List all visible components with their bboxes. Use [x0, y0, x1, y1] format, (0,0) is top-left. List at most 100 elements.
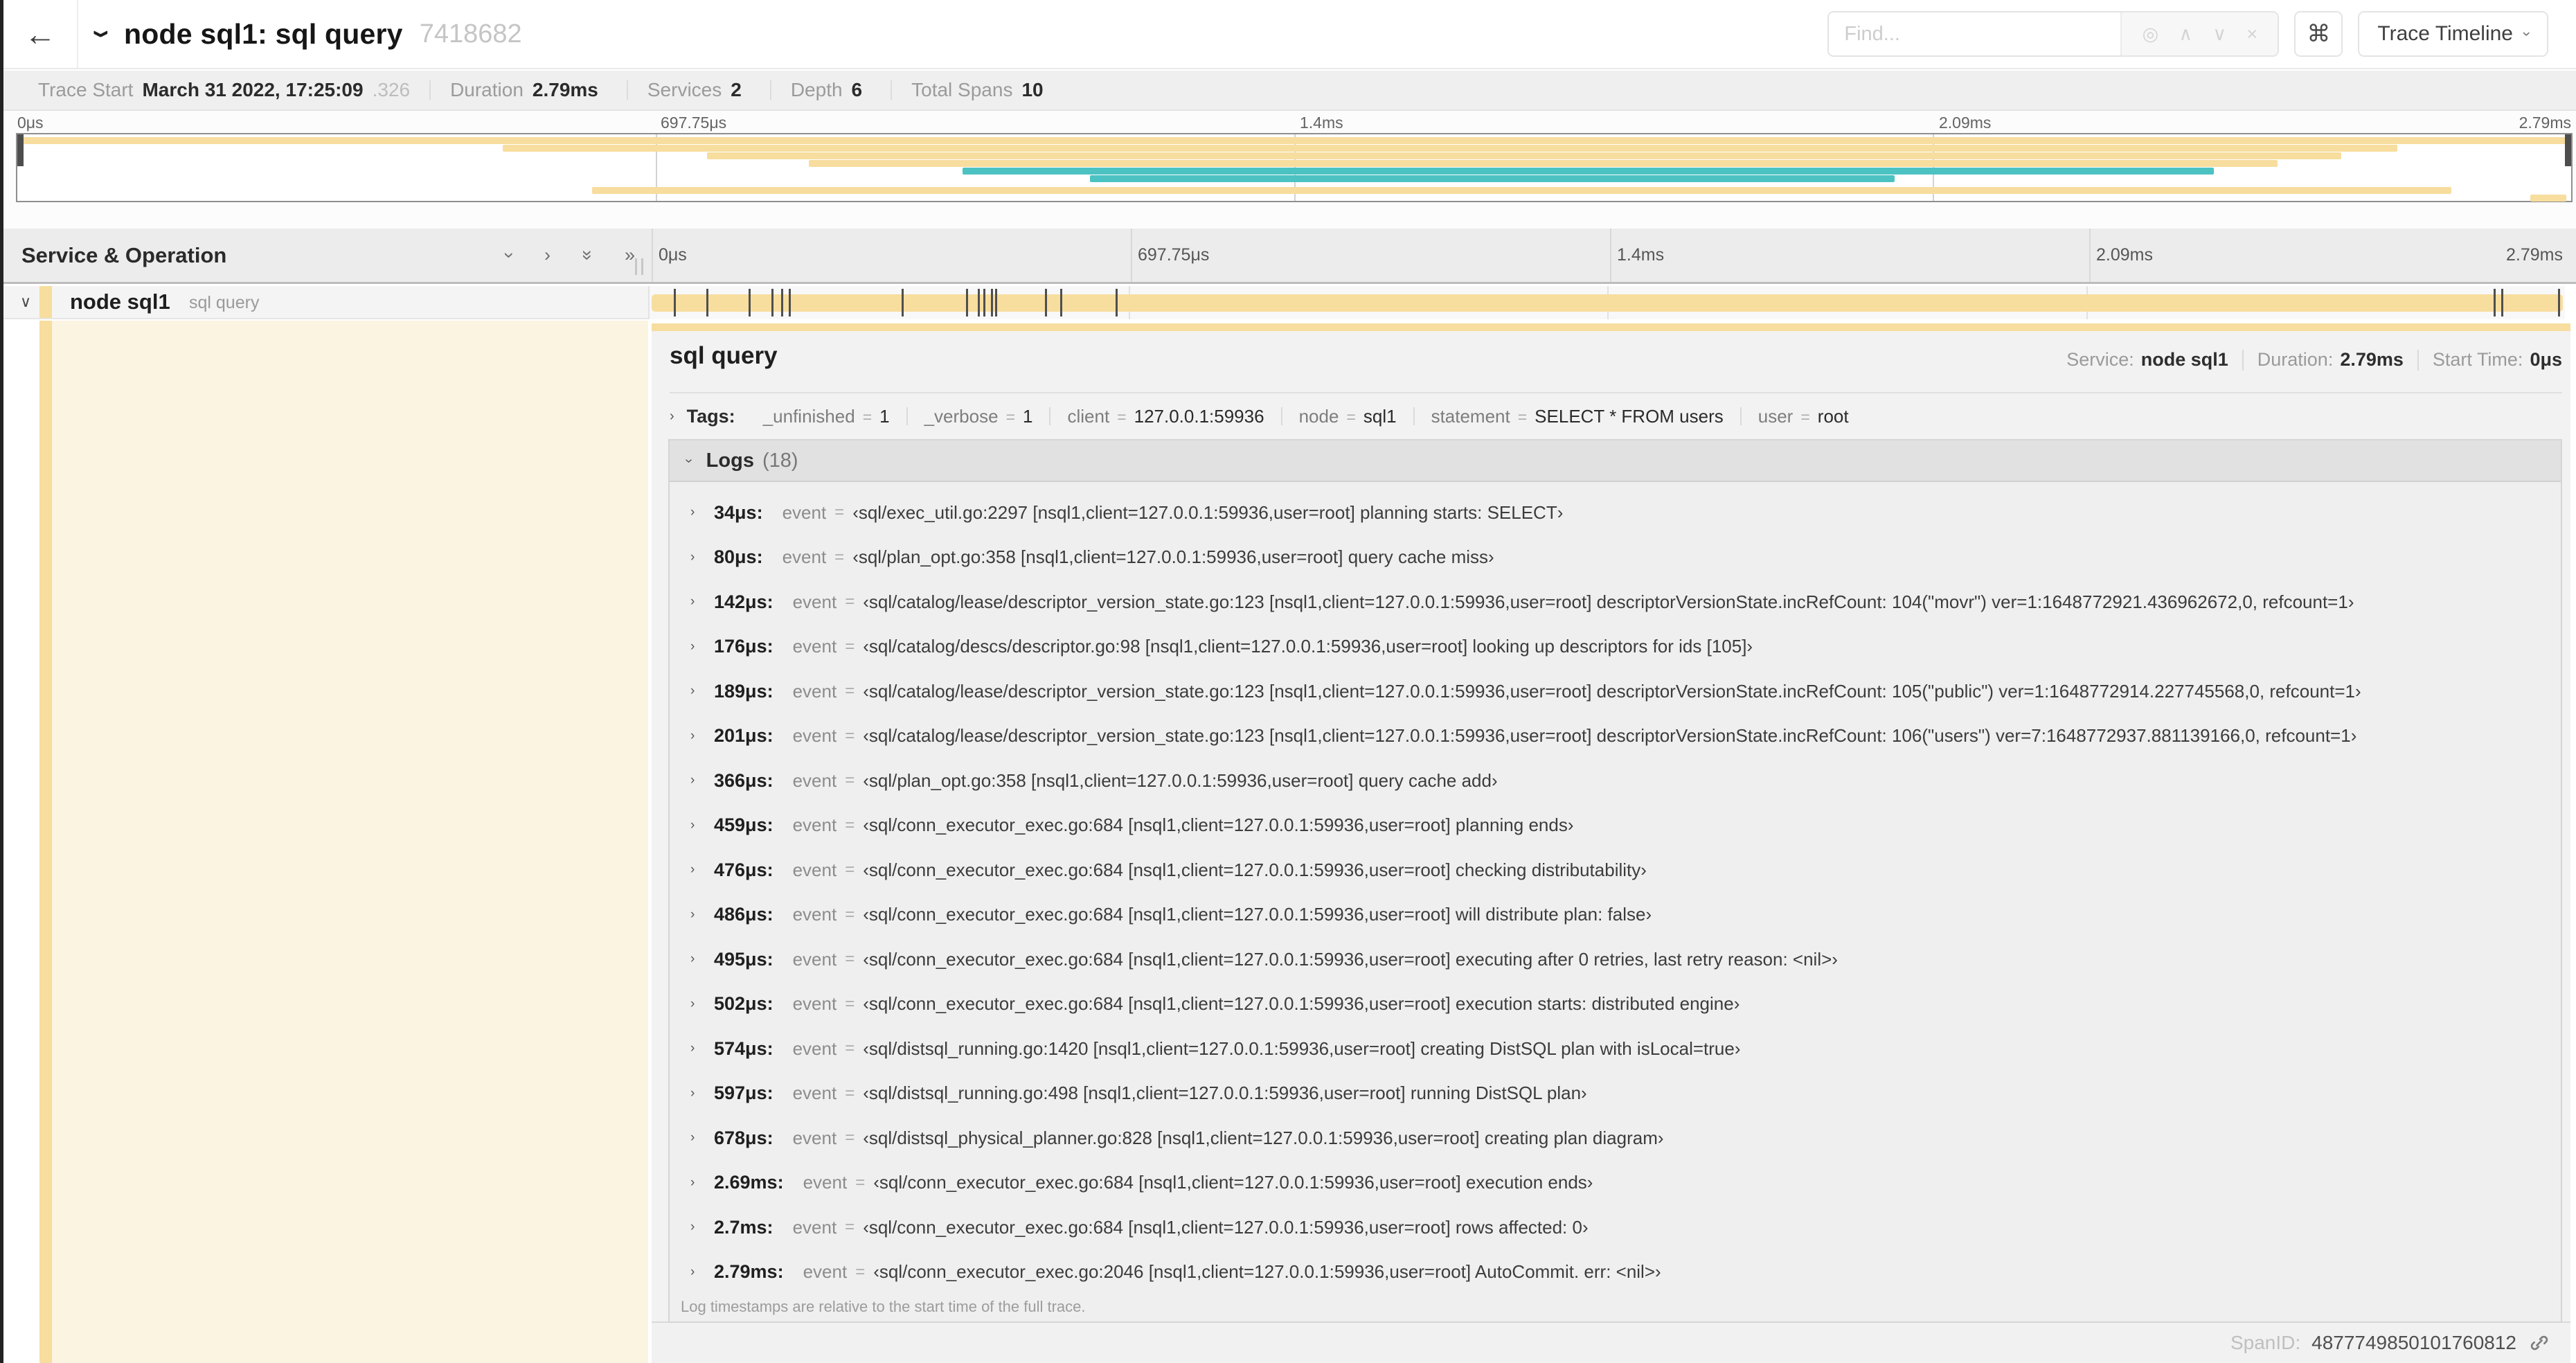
chevron-right-icon[interactable]: ›	[690, 550, 714, 565]
ruler-gridline	[1610, 229, 1611, 282]
detail-divider	[670, 392, 2562, 393]
log-row[interactable]: › 201μs: event = ‹sql/catalog/lease/desc…	[670, 714, 2561, 759]
locate-icon[interactable]: ◎	[2143, 24, 2159, 44]
keyboard-shortcuts-button[interactable]: ⌘	[2294, 11, 2343, 57]
ruler-tick-label: 0μs	[659, 245, 687, 265]
chevron-right-icon[interactable]: ›	[690, 773, 714, 788]
chevron-right-icon[interactable]: ›	[690, 594, 714, 609]
log-message: ‹sql/conn_executor_exec.go:684 [nsql1,cl…	[863, 814, 1574, 836]
log-row[interactable]: › 678μs: event = ‹sql/distsql_physical_p…	[670, 1116, 2561, 1161]
log-row[interactable]: › 142μs: event = ‹sql/catalog/lease/desc…	[670, 580, 2561, 625]
prev-result-icon[interactable]: ∧	[2179, 24, 2192, 44]
log-timestamp: 597μs:	[714, 1083, 773, 1104]
equals-sign: =	[1517, 408, 1528, 426]
detail-row-accent-bar	[652, 323, 2570, 331]
log-field-key: event	[803, 1172, 848, 1193]
chevron-right-icon[interactable]: ›	[670, 409, 674, 425]
tag-item: user = root	[1739, 407, 1866, 425]
minimap-canvas[interactable]	[16, 133, 2573, 202]
minimap-span-bar	[809, 160, 2278, 167]
collapse-one-icon[interactable]: ›	[499, 252, 520, 258]
chevron-down-icon[interactable]: ∨	[20, 286, 31, 318]
view-selector-button[interactable]: Trace Timeline ›	[2358, 11, 2548, 57]
log-row[interactable]: › 574μs: event = ‹sql/distsql_running.go…	[670, 1026, 2561, 1071]
chevron-right-icon[interactable]: ›	[690, 997, 714, 1012]
log-row[interactable]: › 597μs: event = ‹sql/distsql_running.go…	[670, 1071, 2561, 1116]
right-scrubber-handle[interactable]	[2565, 134, 2571, 166]
chevron-right-icon[interactable]: ›	[690, 1220, 714, 1235]
logs-header[interactable]: › Logs (18)	[670, 440, 2561, 482]
chevron-right-icon[interactable]: ›	[690, 505, 714, 520]
log-row[interactable]: › 189μs: event = ‹sql/catalog/lease/desc…	[670, 669, 2561, 714]
log-row[interactable]: › 2.79ms: event = ‹sql/conn_executor_exe…	[670, 1250, 2561, 1295]
meta-value: 2.79ms	[532, 79, 598, 100]
left-scrubber-handle[interactable]	[17, 134, 24, 166]
log-marker-tick	[1044, 289, 1047, 317]
span-detail-meta: Service: node sql1 Duration: 2.79ms Star…	[2066, 349, 2562, 371]
log-row[interactable]: › 34μs: event = ‹sql/exec_util.go:2297 […	[670, 490, 2561, 535]
log-row[interactable]: › 176μs: event = ‹sql/catalog/descs/desc…	[670, 625, 2561, 670]
span-row-name-cell[interactable]: ∨ node sql1 sql query	[3, 286, 648, 319]
minimap-tick-label: 0μs	[17, 114, 44, 132]
chevron-right-icon[interactable]: ›	[690, 862, 714, 878]
timeline-minimap: 0μs 697.75μs 1.4ms 2.09ms 2.79ms	[3, 111, 2576, 230]
spanid-value: 4877749850101760812	[2311, 1332, 2516, 1353]
minimap-span-bar	[1089, 175, 1895, 182]
chevron-right-icon[interactable]: ›	[690, 1130, 714, 1146]
chevron-right-icon[interactable]: ›	[690, 1175, 714, 1191]
tag-value: SELECT * FROM users	[1535, 406, 1724, 427]
equals-sign: =	[1346, 408, 1356, 426]
log-row[interactable]: › 366μs: event = ‹sql/plan_opt.go:358 [n…	[670, 758, 2561, 803]
equals-sign: =	[845, 771, 855, 790]
chevron-right-icon[interactable]: ›	[690, 818, 714, 833]
chevron-right-icon[interactable]: ›	[690, 952, 714, 967]
logs-label: Logs	[706, 449, 754, 472]
log-timestamp: 142μs:	[714, 591, 773, 612]
log-timestamp: 502μs:	[714, 993, 773, 1015]
expand-all-icon[interactable]: »	[625, 246, 635, 265]
chevron-right-icon[interactable]: ›	[690, 1041, 714, 1056]
chevron-right-icon[interactable]: ›	[690, 729, 714, 744]
chevron-right-icon[interactable]: ›	[690, 684, 714, 699]
log-field-key: event	[792, 859, 837, 880]
log-row[interactable]: › 476μs: event = ‹sql/conn_executor_exec…	[670, 848, 2561, 893]
span-color-stripe	[39, 321, 52, 1363]
log-row[interactable]: › 486μs: event = ‹sql/conn_executor_exec…	[670, 893, 2561, 938]
find-input[interactable]	[1829, 12, 2121, 55]
meta-separator	[2242, 349, 2244, 371]
clear-search-icon[interactable]: ×	[2246, 24, 2257, 44]
span-row-track[interactable]	[648, 286, 2565, 319]
chevron-right-icon[interactable]: ›	[690, 1265, 714, 1280]
log-row[interactable]: › 2.7ms: event = ‹sql/conn_executor_exec…	[670, 1205, 2561, 1250]
trace-meta-item: Duration 2.79ms	[429, 80, 627, 100]
log-row[interactable]: › 502μs: event = ‹sql/conn_executor_exec…	[670, 982, 2561, 1027]
log-message: ‹sql/catalog/lease/descriptor_version_st…	[863, 591, 2354, 612]
expand-one-icon[interactable]: ›	[544, 246, 551, 265]
equals-sign: =	[845, 636, 855, 656]
chevron-right-icon[interactable]: ›	[690, 1086, 714, 1101]
back-button[interactable]: ←	[3, 0, 78, 68]
log-row[interactable]: › 459μs: event = ‹sql/conn_executor_exec…	[670, 803, 2561, 848]
log-row[interactable]: › 80μs: event = ‹sql/plan_opt.go:358 [ns…	[670, 535, 2561, 580]
next-result-icon[interactable]: ∨	[2212, 24, 2226, 44]
logs-note: Log timestamps are relative to the start…	[681, 1298, 1086, 1315]
detail-meta-value: node sql1	[2140, 349, 2228, 370]
log-timestamp: 176μs:	[714, 636, 773, 657]
chevron-right-icon[interactable]: ›	[690, 907, 714, 923]
equals-sign: =	[845, 1128, 855, 1148]
span-detail-panel: sql query Service: node sql1 Duration: 2…	[652, 331, 2570, 1323]
find-suffix-buttons: ◎ ∧ ∨ ×	[2120, 12, 2278, 55]
ruler-tick-label: 697.75μs	[1138, 245, 1210, 265]
minimap-tick-labels: 0μs 697.75μs 1.4ms 2.09ms 2.79ms	[16, 114, 2573, 133]
collapse-all-icon[interactable]: »	[578, 250, 598, 260]
chevron-right-icon[interactable]: ›	[690, 639, 714, 654]
log-row[interactable]: › 495μs: event = ‹sql/conn_executor_exec…	[670, 937, 2561, 982]
link-icon[interactable]	[2528, 1331, 2551, 1355]
column-resize-grip[interactable]	[635, 258, 643, 275]
timeline-ruler: 0μs 697.75μs 1.4ms 2.09ms 2.79ms	[652, 229, 2568, 282]
meta-value: 10	[1021, 79, 1044, 100]
span-operation-name: sql query	[189, 293, 260, 312]
tags-row[interactable]: › Tags: _unfinished = 1 _verbose = 1 cli…	[667, 398, 2562, 435]
chevron-down-icon[interactable]: ›	[83, 30, 123, 38]
log-row[interactable]: › 2.69ms: event = ‹sql/conn_executor_exe…	[670, 1161, 2561, 1206]
